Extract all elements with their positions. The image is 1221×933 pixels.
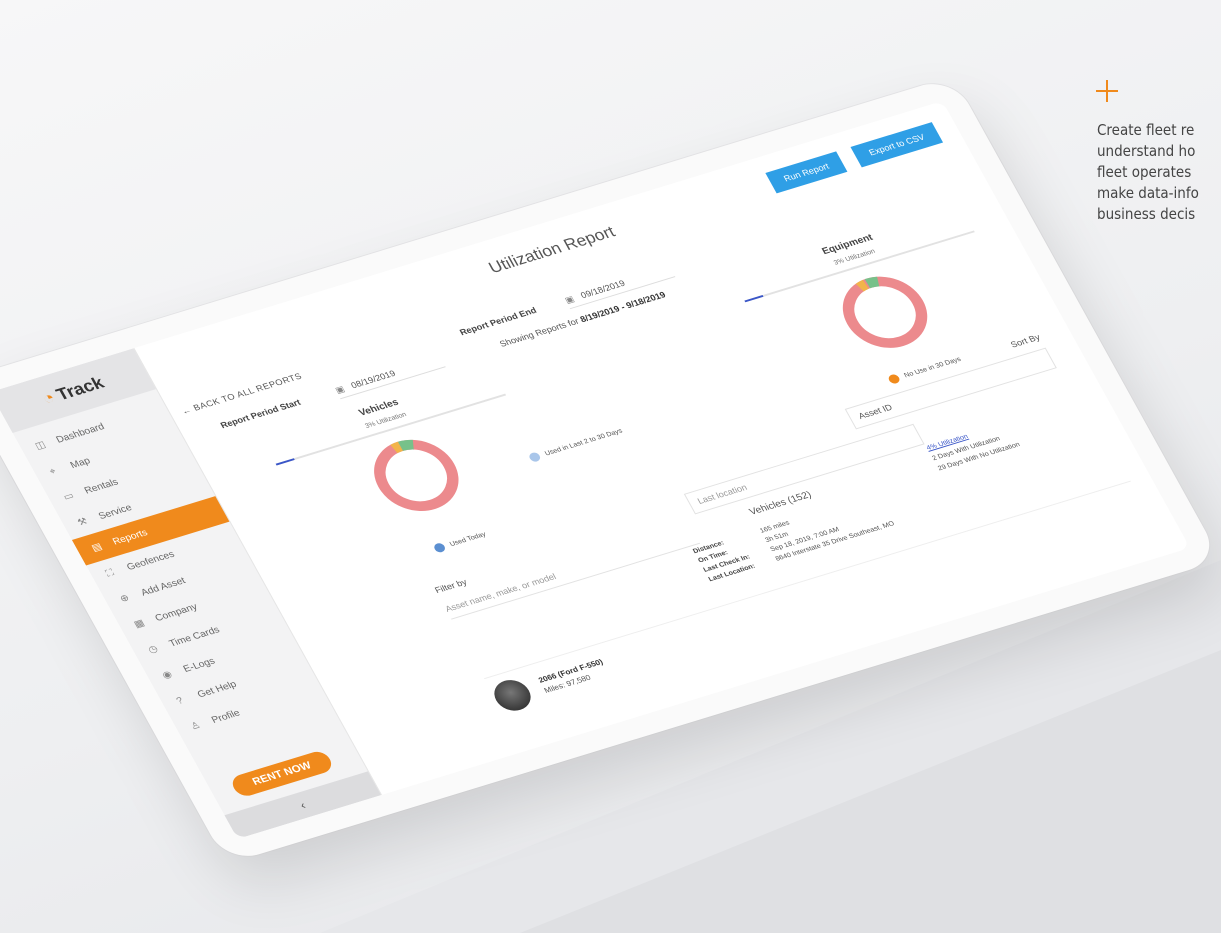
legend-label: Used in Last 2 to 30 Days — [543, 427, 624, 457]
dashboard-icon: ◫ — [33, 439, 48, 452]
vehicles-panel: Vehicles 3% Utilization Used Today — [252, 365, 590, 602]
vehicle-summary: 2066 (Ford F-550) Miles: 97,580 — [536, 657, 611, 697]
equipment-donut-chart — [842, 276, 928, 348]
logo-text: Track — [52, 372, 108, 404]
vehicles-donut-chart — [374, 439, 459, 511]
sidebar-item-label: Get Help — [195, 678, 239, 700]
elog-icon: ◉ — [160, 668, 174, 681]
calendar-icon: ▣ — [562, 293, 576, 305]
caption-line: Create fleet re — [1097, 121, 1195, 139]
period-start-label: Report Period Start — [218, 397, 303, 431]
sidebar-item-label: E-Logs — [181, 655, 217, 675]
company-icon: ▦ — [132, 617, 147, 630]
caption-line: business decis — [1097, 205, 1196, 223]
vehicle-utilization-summary: 4% Utilization 2 Days With Utilization 2… — [925, 419, 1023, 474]
add-icon: ⊕ — [117, 592, 132, 605]
sidebar-item-label: Profile — [209, 707, 242, 726]
caption-line: understand ho — [1097, 142, 1196, 160]
sidebar-item-label: Service — [96, 502, 134, 522]
donut-segment-unused — [842, 276, 928, 348]
calendar-icon: ▣ — [333, 383, 347, 395]
geofence-icon: ⛶ — [103, 567, 116, 579]
sidebar-item-label: Company — [153, 601, 200, 624]
caption-line: fleet operates — [1097, 163, 1192, 181]
marketing-caption: Create fleet re understand ho fleet oper… — [1097, 120, 1221, 225]
report-icon: ▤ — [89, 541, 104, 554]
sort-by-value: Asset ID — [856, 402, 894, 421]
profile-icon: ♙ — [188, 719, 203, 732]
plus-icon — [1096, 80, 1118, 102]
sidebar-item-label: Map — [68, 455, 93, 471]
legend-dot — [432, 542, 447, 554]
location-placeholder: Last location — [695, 482, 749, 506]
legend-dot — [886, 373, 902, 385]
caption-line: make data-info — [1097, 184, 1199, 202]
help-icon: ? — [174, 695, 185, 707]
truck-icon: ▭ — [61, 490, 76, 503]
export-csv-button[interactable]: Export to CSV — [850, 122, 944, 168]
donut-segment-unused — [374, 439, 459, 511]
sidebar-item-label: Add Asset — [139, 575, 188, 598]
period-end-value: 09/18/2019 — [578, 278, 627, 301]
legend-label: Used Today — [448, 530, 488, 548]
map-icon: ⌖ — [47, 465, 58, 477]
sidebar-item-label: Rentals — [82, 476, 121, 496]
equipment-utilization-fill — [744, 295, 764, 303]
run-report-button[interactable]: Run Report — [765, 151, 848, 194]
period-start-value: 08/19/2019 — [349, 368, 398, 391]
vehicle-thumbnail — [488, 675, 537, 715]
vehicles-utilization-fill — [275, 458, 295, 466]
sidebar-item-label: Reports — [110, 527, 150, 547]
legend-used-today: Used Today — [432, 530, 487, 554]
timecard-icon: ◷ — [146, 643, 160, 656]
wrench-icon: ⚒ — [75, 515, 90, 528]
